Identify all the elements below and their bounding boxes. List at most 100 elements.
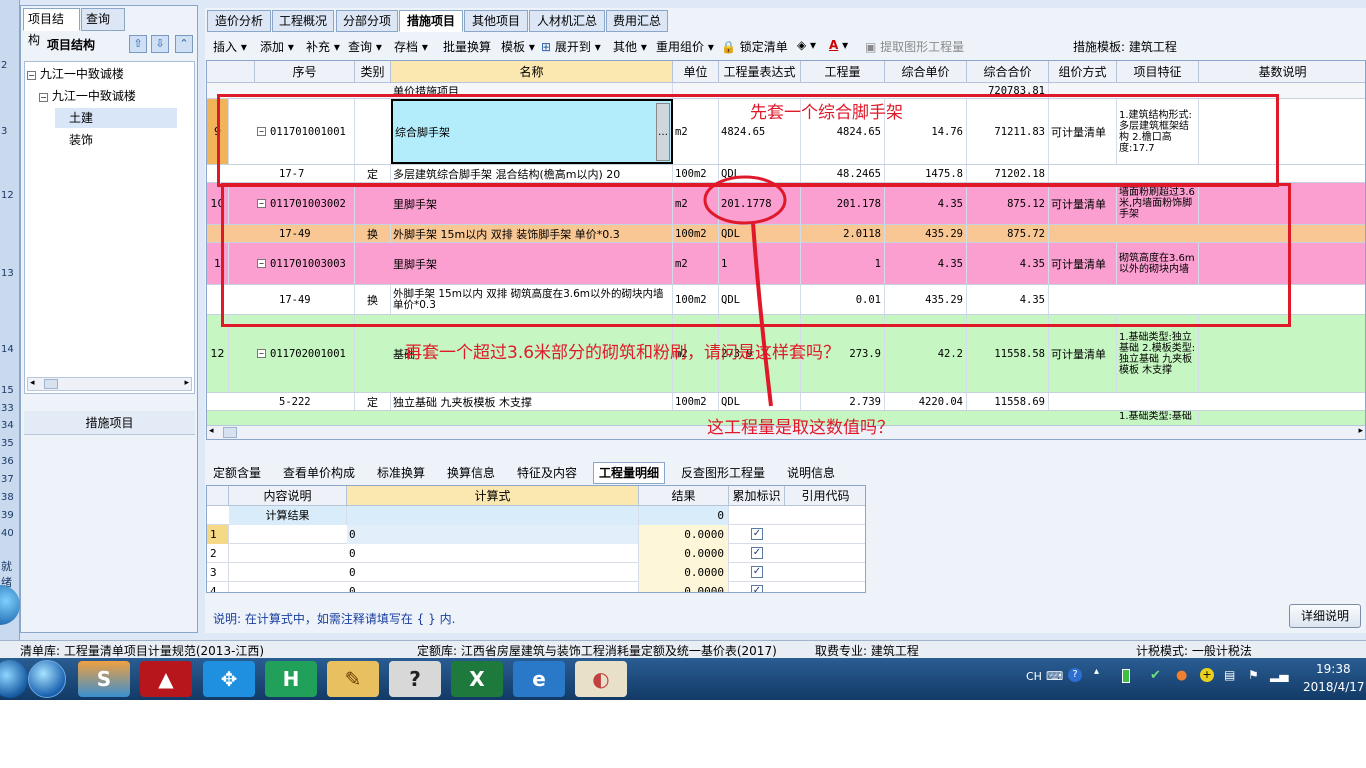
- calc-result-value: 0: [639, 506, 729, 525]
- calc-row[interactable]: 1 0 0.0000 ✓: [207, 525, 865, 544]
- app-icon-s[interactable]: S: [78, 661, 130, 697]
- tab-standard-convert[interactable]: 标准换算: [371, 462, 431, 484]
- row-number: 3: [1, 126, 8, 137]
- scroll-thumb[interactable]: [44, 379, 58, 389]
- app-icon-glodon-blue[interactable]: ✥: [203, 661, 255, 697]
- tree-item-civil[interactable]: 土建: [55, 108, 177, 128]
- accumulate-checkbox[interactable]: ✓: [751, 585, 763, 592]
- accumulate-checkbox[interactable]: ✓: [751, 566, 763, 578]
- tree-item-label: 九江一中致诚楼: [39, 67, 124, 81]
- accumulate-checkbox[interactable]: ✓: [751, 547, 763, 559]
- row-number: 36: [1, 456, 14, 467]
- tab-description[interactable]: 说明信息: [781, 462, 841, 484]
- row-number: 37: [1, 474, 14, 485]
- app-icon-glodon-green[interactable]: H: [265, 661, 317, 697]
- tree-hscrollbar[interactable]: ◂ ▸: [27, 377, 192, 391]
- security-icon[interactable]: ✔: [1150, 668, 1161, 683]
- keyboard-icon[interactable]: ⌨: [1046, 669, 1063, 683]
- left-panel: 项目结构 查询 项目结构 ⇧ ⇩ ⌃ − 九江一中致诚楼 − 九江一中致诚楼 土…: [20, 5, 198, 633]
- signal-tray-icon[interactable]: ▂▄: [1270, 668, 1288, 682]
- main-area: 造价分析 工程概况 分部分项 措施项目 其他项目 人材机汇总 费用汇总 插入 ▾…: [205, 8, 1366, 633]
- calc-result: 0.0000: [639, 544, 729, 563]
- status-quota-library: 定额库: 江西省房屋建筑与装饰工程消耗量定额及统一基价表(2017): [417, 644, 777, 658]
- collapse-box-icon[interactable]: −: [39, 93, 48, 102]
- calc-result-label: 计算结果: [229, 506, 347, 525]
- tab-reverse-check[interactable]: 反查图形工程量: [675, 462, 771, 484]
- start-button-icon[interactable]: [0, 660, 28, 698]
- calc-expr-input[interactable]: 0: [347, 563, 639, 582]
- move-up-icon[interactable]: ⇧: [129, 35, 147, 53]
- help-tray-icon[interactable]: ?: [1068, 668, 1082, 682]
- clock-date[interactable]: 2018/4/17: [1303, 680, 1365, 694]
- annotation-arrow-line: [751, 222, 773, 407]
- mascot-tray-icon[interactable]: ●: [1176, 668, 1187, 683]
- tab-quantity-detail[interactable]: 工程量明细: [593, 462, 666, 484]
- tree-item-building[interactable]: − 九江一中致诚楼: [39, 86, 136, 106]
- tray-expand-icon[interactable]: ▴: [1094, 666, 1099, 677]
- calc-row[interactable]: 2 0 0.0000 ✓: [207, 544, 865, 563]
- calc-expr-input[interactable]: 0: [347, 525, 639, 544]
- flag-tray-icon[interactable]: ⚑: [1248, 668, 1259, 682]
- tree-item-label: 九江一中致诚楼: [51, 89, 136, 103]
- calc-expr-input[interactable]: 0: [347, 582, 639, 592]
- app-icon-notepad[interactable]: ✎: [327, 661, 379, 697]
- row-number: 39: [1, 510, 14, 521]
- plus-tray-icon[interactable]: +: [1200, 668, 1214, 682]
- tab-feature-content[interactable]: 特征及内容: [511, 462, 583, 484]
- calc-result: 0.0000: [639, 525, 729, 544]
- tab-quota-content[interactable]: 定额含量: [207, 462, 267, 484]
- row-number: 15: [1, 385, 14, 396]
- move-down-icon[interactable]: ⇩: [151, 35, 169, 53]
- clock-time[interactable]: 19:38: [1316, 662, 1351, 676]
- scroll-right-icon[interactable]: ▸: [184, 378, 189, 388]
- scroll-left-icon[interactable]: ◂: [30, 378, 35, 388]
- calc-row-number: 2: [207, 544, 229, 563]
- app-icon-ie[interactable]: e: [513, 661, 565, 697]
- calc-row-number: 4: [207, 582, 229, 592]
- collapse-box-icon[interactable]: −: [27, 71, 36, 80]
- app-icon-excel[interactable]: X: [451, 661, 503, 697]
- calc-expr-input[interactable]: 0: [347, 544, 639, 563]
- tree-item-label: 装饰: [69, 133, 94, 147]
- windows-start-icon[interactable]: [28, 660, 66, 698]
- calc-row-number: 3: [207, 563, 229, 582]
- detail-button[interactable]: 详细说明: [1289, 604, 1361, 628]
- tree-item-root[interactable]: − 九江一中致诚楼: [27, 64, 124, 84]
- row-number: 12: [1, 190, 14, 201]
- calc-header: 累加标识: [729, 486, 785, 506]
- calc-result-expr: [347, 506, 639, 525]
- collapse-icon[interactable]: ⌃: [175, 35, 193, 53]
- status-fee-specialty: 取费专业: 建筑工程: [815, 644, 919, 658]
- tab-query[interactable]: 查询: [81, 8, 125, 31]
- app-icon-autocad[interactable]: ▲: [140, 661, 192, 697]
- app-icon-help[interactable]: ?: [389, 661, 441, 697]
- battery-icon: [1122, 669, 1130, 683]
- calc-header-corner: [207, 486, 229, 506]
- annotation-circle: [703, 175, 787, 225]
- row-number: 33: [1, 403, 14, 414]
- calc-result: 0.0000: [639, 582, 729, 592]
- tab-convert-info[interactable]: 换算信息: [441, 462, 501, 484]
- measures-item-label: 措施项目: [85, 416, 134, 430]
- windows-orb-icon: [0, 585, 20, 625]
- status-tax-mode: 计税模式: 一般计税法: [1136, 644, 1252, 658]
- row-number: 40: [1, 528, 14, 539]
- calc-header: 计算式: [347, 486, 639, 506]
- ime-indicator[interactable]: CH: [1026, 670, 1042, 683]
- accumulate-checkbox[interactable]: ✓: [751, 528, 763, 540]
- row-number: 2: [1, 60, 8, 71]
- tab-unit-price[interactable]: 查看单价构成: [277, 462, 361, 484]
- app-icon-paint[interactable]: ◐: [575, 661, 627, 697]
- tab-project-structure[interactable]: 项目结构: [23, 8, 80, 47]
- clipboard-tray-icon[interactable]: ▤: [1224, 668, 1235, 682]
- calc-row[interactable]: 4 0 0.0000 ✓: [207, 582, 865, 592]
- calc-header: 内容说明: [229, 486, 347, 506]
- project-tree: − 九江一中致诚楼 − 九江一中致诚楼 土建 装饰 ◂ ▸: [24, 61, 195, 394]
- measures-item[interactable]: 措施项目: [24, 411, 195, 435]
- tree-item-decoration[interactable]: 装饰: [55, 130, 93, 150]
- status-list-library: 清单库: 工程量清单项目计量规范(2013-江西): [20, 644, 265, 658]
- tree-item-label: 土建: [69, 111, 94, 125]
- calc-row[interactable]: 3 0 0.0000 ✓: [207, 563, 865, 582]
- taskbar: S ▲ ✥ H ✎ ? X e ◐ CH ⌨ ? ▴ ✔ ● + ▤ ⚑ ▂▄ …: [0, 658, 1366, 700]
- annotation-marks: [703, 175, 787, 407]
